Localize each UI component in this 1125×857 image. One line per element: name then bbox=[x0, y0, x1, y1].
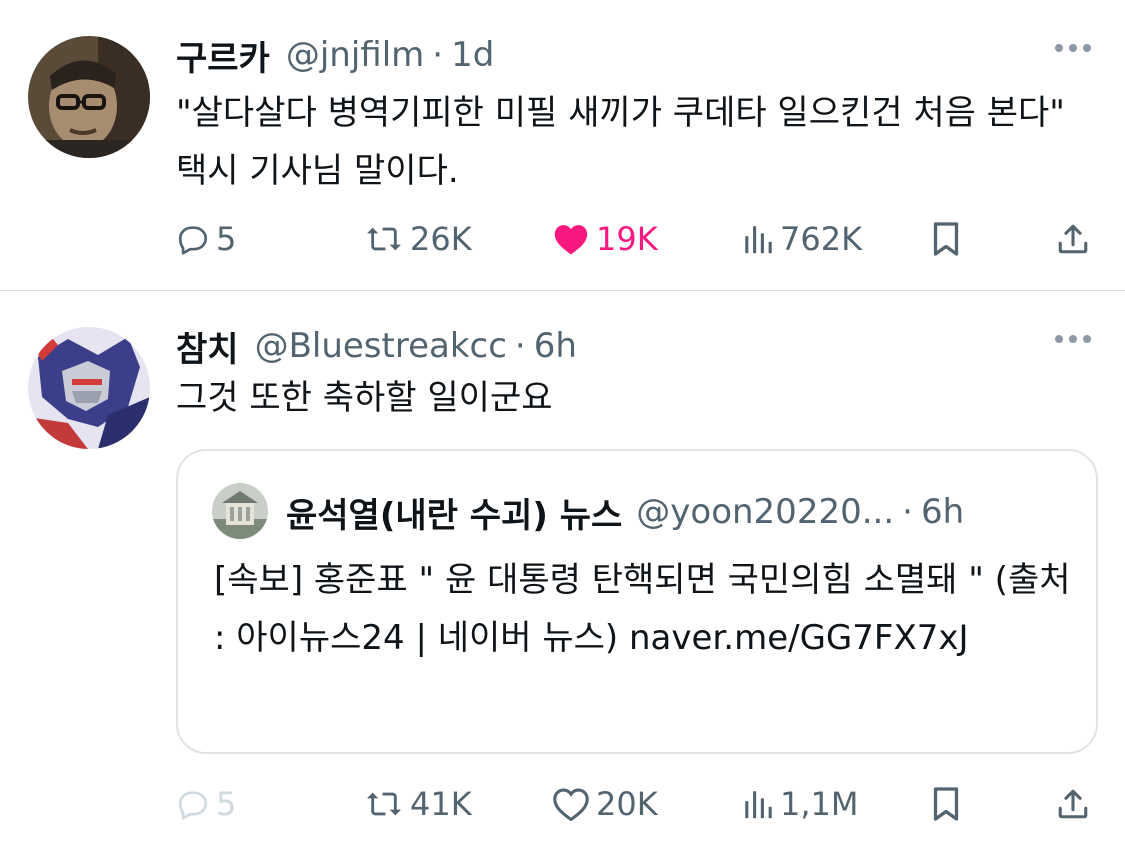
share-button[interactable] bbox=[1056, 779, 1090, 829]
share-button[interactable] bbox=[1056, 214, 1090, 264]
avatar[interactable] bbox=[28, 327, 150, 449]
views-button[interactable]: 762K bbox=[742, 214, 862, 264]
repost-icon bbox=[367, 792, 401, 816]
separator-dot: · bbox=[514, 326, 526, 366]
timestamp[interactable]: 1d bbox=[451, 35, 494, 75]
quoted-timestamp[interactable]: 6h bbox=[921, 492, 964, 532]
author-handle[interactable]: @Bluestreakcc bbox=[255, 326, 507, 366]
like-count: 20K bbox=[596, 785, 658, 823]
action-bar: 5 26K 19K 762K bbox=[176, 214, 1096, 264]
views-button[interactable]: 1,1M bbox=[742, 779, 859, 829]
reply-button[interactable]: 5 bbox=[176, 779, 236, 829]
bookmark-button[interactable] bbox=[930, 779, 962, 829]
like-button[interactable]: 20K bbox=[552, 779, 658, 829]
repost-button[interactable]: 26K bbox=[364, 214, 472, 264]
quoted-author-name[interactable]: 윤석열(내란 수괴) 뉴스 bbox=[286, 488, 622, 537]
views-icon bbox=[745, 226, 772, 254]
author-handle[interactable]: @jnjfilm bbox=[286, 35, 424, 75]
more-icon[interactable] bbox=[1055, 44, 1091, 52]
heart-icon bbox=[554, 225, 588, 255]
like-count: 19K bbox=[596, 220, 658, 258]
bookmark-icon bbox=[933, 787, 959, 821]
separator-dot: · bbox=[902, 492, 913, 532]
share-icon bbox=[1058, 789, 1088, 819]
tweet-text: "살다살다 병역기피한 미필 새끼가 쿠데타 일으킨건 처음 본다" 택시 기사… bbox=[176, 93, 1065, 191]
share-icon bbox=[1058, 224, 1088, 254]
quoted-avatar[interactable] bbox=[212, 483, 268, 539]
tweet-text: 그것 또한 축하할 일이군요 bbox=[176, 378, 553, 418]
repost-icon bbox=[367, 227, 401, 251]
quoted-header: 윤석열(내란 수괴) 뉴스 @yoon20220... · 6h bbox=[286, 487, 964, 537]
bookmark-icon bbox=[933, 222, 959, 256]
view-count: 762K bbox=[780, 220, 863, 258]
tweet-header: 구르카 @jnjfilm · 1d bbox=[176, 30, 494, 80]
reply-count: 5 bbox=[216, 220, 237, 258]
reply-icon bbox=[178, 791, 208, 820]
repost-count: 41K bbox=[410, 785, 472, 823]
quoted-text: [속보] 홍준표 " 윤 대통령 탄핵되면 국민의힘 소멸돼 " (출처 : 아… bbox=[214, 560, 1071, 658]
bookmark-button[interactable] bbox=[930, 214, 962, 264]
quoted-author-handle[interactable]: @yoon20220... bbox=[636, 492, 894, 532]
separator-dot: · bbox=[432, 35, 444, 75]
views-icon bbox=[745, 791, 772, 819]
heart-icon bbox=[553, 788, 589, 821]
reply-button[interactable]: 5 bbox=[176, 214, 236, 264]
tweet[interactable]: 참치 @Bluestreakcc · 6h 그것 또한 축하할 일이군요 윤석열… bbox=[0, 291, 1125, 857]
author-name[interactable]: 참치 bbox=[176, 322, 239, 371]
reply-icon bbox=[178, 226, 208, 255]
timestamp[interactable]: 6h bbox=[534, 326, 577, 366]
repost-button[interactable]: 41K bbox=[364, 779, 472, 829]
more-icon[interactable] bbox=[1055, 335, 1091, 343]
like-button[interactable]: 19K bbox=[552, 214, 658, 264]
avatar[interactable] bbox=[28, 36, 150, 158]
reply-count: 5 bbox=[216, 785, 237, 823]
quoted-tweet[interactable]: 윤석열(내란 수괴) 뉴스 @yoon20220... · 6h [속보] 홍준… bbox=[176, 449, 1098, 754]
tweet-header: 참치 @Bluestreakcc · 6h bbox=[176, 321, 577, 371]
tweet[interactable]: 구르카 @jnjfilm · 1d "살다살다 병역기피한 미필 새끼가 쿠데타… bbox=[0, 0, 1125, 290]
repost-count: 26K bbox=[410, 220, 472, 258]
view-count: 1,1M bbox=[780, 785, 859, 823]
action-bar: 5 41K 20K 1,1M bbox=[176, 779, 1096, 829]
author-name[interactable]: 구르카 bbox=[176, 31, 270, 80]
